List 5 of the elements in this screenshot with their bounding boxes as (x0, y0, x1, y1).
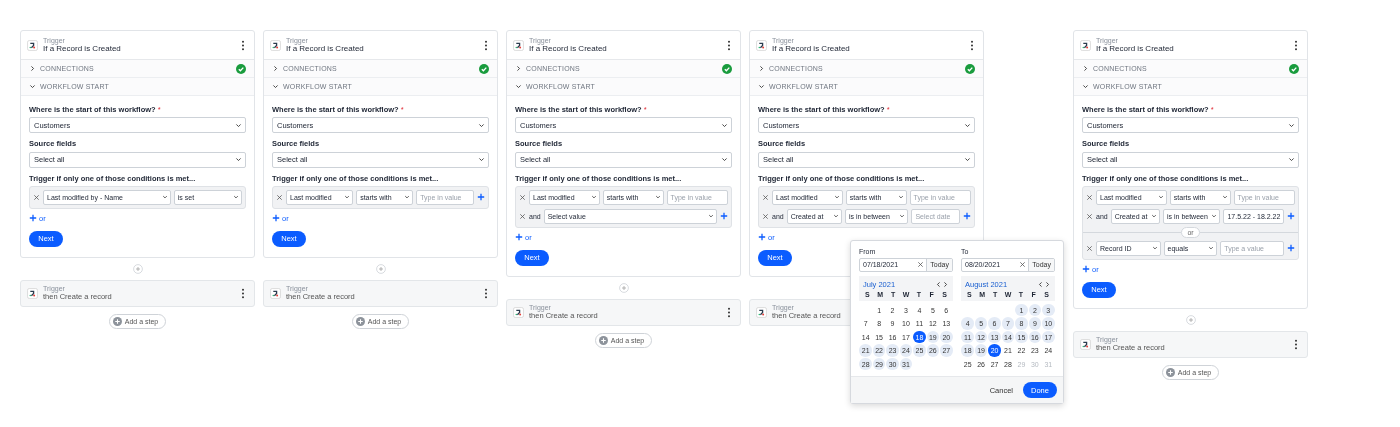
step-title: If a Record is Created (286, 44, 364, 54)
step-title: If a Record is Created (529, 44, 607, 54)
step-title: If a Record is Created (1096, 44, 1174, 54)
step-title: If a Record is Created (43, 44, 121, 54)
step-title: If a Record is Created (772, 44, 850, 54)
